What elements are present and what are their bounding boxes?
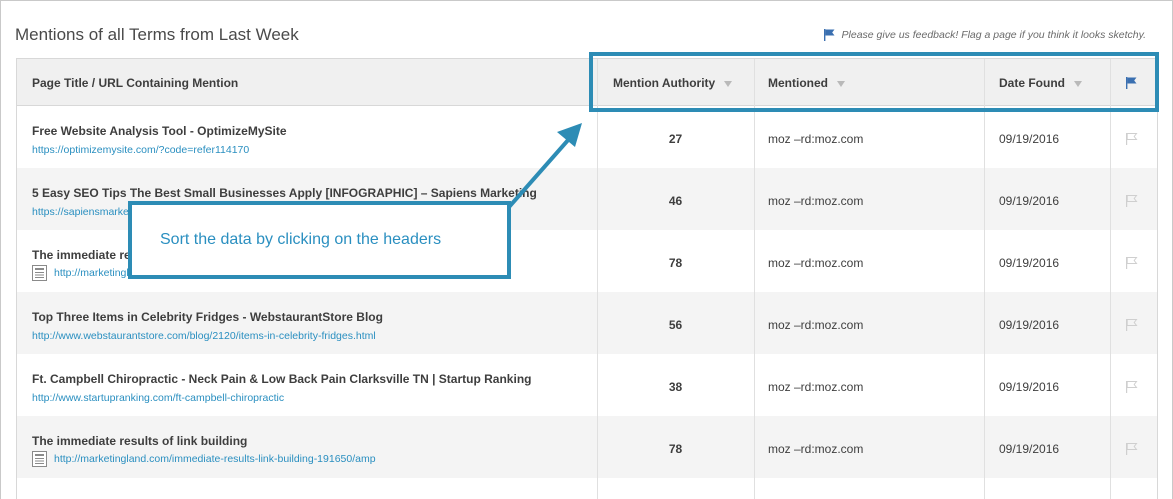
flag-icon <box>823 29 835 41</box>
header-highlight-box <box>589 52 1159 112</box>
mention-url-link[interactable]: https://optimizemysite.com/?code=refer11… <box>32 144 249 156</box>
mention-page-title: Ft. Campbell Chiropractic - Neck Pain & … <box>32 372 532 386</box>
date-found-value: 09/19/2016 <box>999 132 1060 146</box>
mentioned-value: moz –rd:moz.com <box>768 380 864 394</box>
mentioned-value: moz –rd:moz.com <box>768 256 864 270</box>
feedback-notice: Please give us feedback! Flag a page if … <box>823 28 1146 41</box>
date-found-value: 09/19/2016 <box>999 194 1060 208</box>
app-frame: Mentions of all Terms from Last Week Ple… <box>0 0 1173 499</box>
mention-page-title: Free Website Analysis Tool - OptimizeMyS… <box>32 124 287 138</box>
table-row: Free Website Analysis Tool - OptimizeMyS… <box>17 106 1157 168</box>
column-header-page-label: Page Title / URL Containing Mention <box>32 75 239 90</box>
sort-hint-callout: Sort the data by clicking on the headers <box>128 201 511 279</box>
mention-url-text: http://www.startupranking.com/ft-campbel… <box>32 392 285 404</box>
mention-authority-value: 38 <box>668 380 683 394</box>
mention-authority-value: 78 <box>668 256 683 270</box>
mentioned-value: moz –rd:moz.com <box>768 318 864 332</box>
flag-outline-icon[interactable] <box>1125 380 1138 393</box>
mention-url-text: http://marketingland.com/immediate-resul… <box>54 453 376 465</box>
mention-authority-value: 56 <box>668 318 683 332</box>
mention-authority-value: 27 <box>668 132 683 146</box>
table-row: Top Three Items in Celebrity Fridges - W… <box>17 292 1157 354</box>
flag-outline-icon[interactable] <box>1125 318 1138 331</box>
date-found-value: 09/19/2016 <box>999 256 1060 270</box>
column-divider <box>754 59 755 499</box>
flag-outline-icon[interactable] <box>1125 194 1138 207</box>
column-divider <box>597 59 598 499</box>
page-title: Mentions of all Terms from Last Week <box>15 25 299 44</box>
document-icon <box>32 451 54 467</box>
table-row: Ft. Campbell Chiropractic - Neck Pain & … <box>17 354 1157 416</box>
mention-page-title: The immediate results of link building <box>32 434 248 448</box>
document-icon <box>32 265 54 281</box>
date-found-value: 09/19/2016 <box>999 442 1060 456</box>
mention-url-link[interactable]: http://www.startupranking.com/ft-campbel… <box>32 392 284 404</box>
flag-outline-icon[interactable] <box>1125 256 1138 269</box>
column-divider <box>984 59 985 499</box>
mention-url-text: https://optimizemysite.com/?code=refer11… <box>32 144 250 156</box>
mention-url-text: http://www.webstaurantstore.com/blog/212… <box>32 330 376 342</box>
mention-page-title: 5 Easy SEO Tips The Best Small Businesse… <box>32 186 537 200</box>
column-divider <box>1110 59 1111 499</box>
table-row: The immediate results of link building ht… <box>17 416 1157 478</box>
mentioned-value: moz –rd:moz.com <box>768 194 864 208</box>
column-header-page[interactable]: Page Title / URL Containing Mention <box>32 59 238 106</box>
mention-url-link[interactable]: http://www.webstaurantstore.com/blog/212… <box>32 330 376 342</box>
mention-url-link[interactable]: http://marketingland.com/immediate-resul… <box>32 451 376 467</box>
flag-outline-icon[interactable] <box>1125 132 1138 145</box>
mention-authority-value: 78 <box>668 442 683 456</box>
feedback-text: Please give us feedback! Flag a page if … <box>841 28 1146 41</box>
flag-outline-icon[interactable] <box>1125 442 1138 455</box>
mention-authority-value: 46 <box>668 194 683 208</box>
mention-page-title: Top Three Items in Celebrity Fridges - W… <box>32 310 383 324</box>
mentioned-value: moz –rd:moz.com <box>768 442 864 456</box>
callout-text: Sort the data by clicking on the headers <box>160 231 442 248</box>
date-found-value: 09/19/2016 <box>999 318 1060 332</box>
date-found-value: 09/19/2016 <box>999 380 1060 394</box>
mentioned-value: moz –rd:moz.com <box>768 132 864 146</box>
